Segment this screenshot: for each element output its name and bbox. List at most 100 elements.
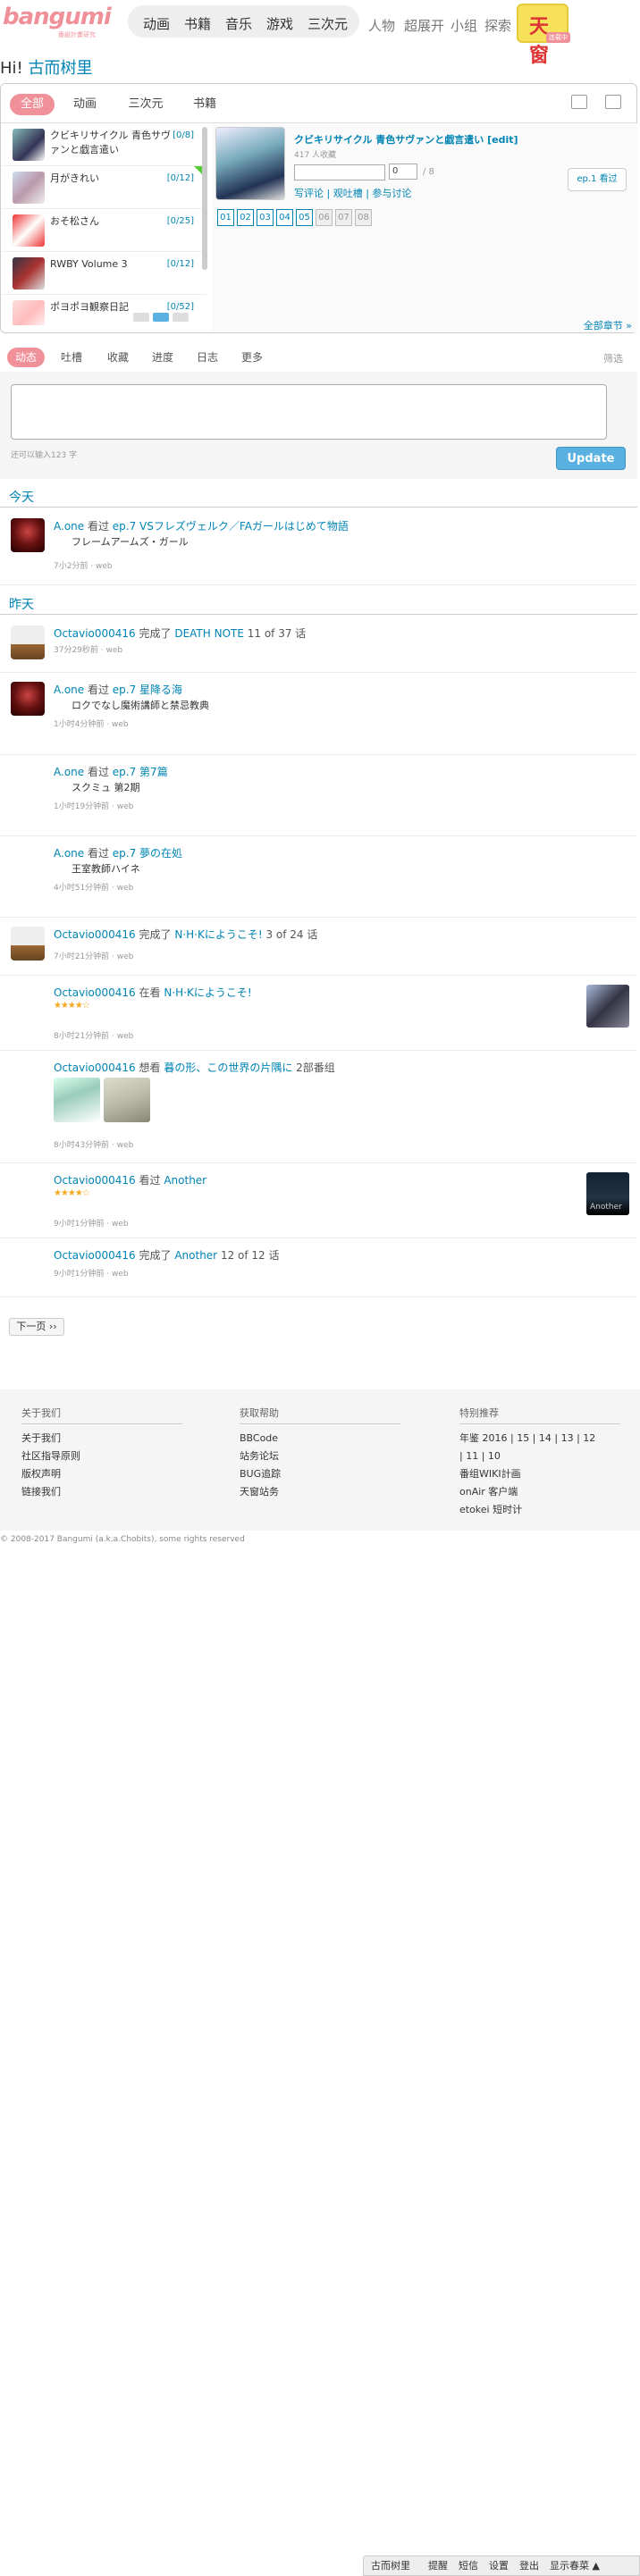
user-link[interactable]: Octavio000416 [54,1249,136,1262]
user-link[interactable]: Octavio000416 [54,627,136,640]
view-dot[interactable] [133,313,149,322]
footer-recommend: 特别推荐 年鉴 2016 | 15 | 14 | 13 | 12 | 11 | … [459,1405,620,1519]
list-scrollbar[interactable] [202,127,207,270]
subject-thumb[interactable]: Another [586,1172,629,1215]
subject-link[interactable]: DEATH NOTE [174,627,244,640]
avatar[interactable] [11,682,45,716]
list-view-icon[interactable] [571,95,587,109]
footer-link[interactable]: 关于我们 [21,1430,182,1447]
all-chapters-link[interactable]: 全部章节 » [584,318,632,332]
ep-watched-button[interactable]: ep.1 看过 [568,168,627,191]
bar-pm[interactable]: 短信 [459,2556,478,2576]
subject-thumb[interactable] [104,1078,150,1122]
footer-link[interactable]: | 11 | 10 [459,1447,620,1465]
bar-logout[interactable]: 登出 [519,2556,539,2576]
user-link[interactable]: Octavio000416 [54,1061,136,1074]
footer-link[interactable]: etokei 短时计 [459,1501,620,1519]
episode-button[interactable]: 02 [237,209,254,226]
list-item[interactable]: RWBY Volume 3 [0/12] [2,252,206,295]
user-link[interactable]: Octavio000416 [54,986,136,999]
edit-link[interactable]: [edit] [487,134,518,146]
episode-button[interactable]: 01 [217,209,234,226]
tab-activity[interactable]: 动态 [7,348,45,367]
tab-progress[interactable]: 进度 [145,348,181,367]
subject-thumb[interactable] [586,985,629,1028]
footer-heading: 特别推荐 [459,1405,620,1424]
episode-button[interactable]: 04 [276,209,293,226]
subject-link[interactable]: 暮の形、この世界の片隅に [164,1061,292,1074]
nav-books[interactable]: 书籍 [184,14,211,33]
footer-link[interactable]: 社区指导原则 [21,1447,182,1465]
grid-view-icon[interactable] [605,95,621,109]
subject-link[interactable]: Another [174,1249,217,1262]
list-item[interactable]: クビキリサイクル 青色サヴァンと戯言遣い [0/8] [2,123,206,166]
nav-people[interactable]: 人物 [368,16,395,35]
list-item[interactable]: おそ松さん [0/25] [2,209,206,252]
bar-settings[interactable]: 设置 [489,2556,509,2576]
bar-user[interactable]: 古而树里 [371,2556,410,2576]
filter-link[interactable]: 筛选 [603,351,623,365]
user-link[interactable]: A.one [54,520,84,533]
avatar[interactable] [11,625,45,659]
user-link[interactable]: A.one [54,684,84,696]
nav-anime[interactable]: 动画 [143,14,170,33]
episode-button[interactable]: 07 [335,209,352,226]
subject-link[interactable]: N·H·Kにようこそ! [174,928,262,941]
nav-real[interactable]: 三次元 [307,14,348,33]
subject-link[interactable]: N·H·Kにようこそ! [164,986,251,999]
nav-music[interactable]: 音乐 [225,14,252,33]
site-logo[interactable]: bangumi 番組計畫研究 [3,4,119,39]
subject-link[interactable]: ep.7 第7篇 [113,766,168,778]
footer-link[interactable]: 天窗站务 [240,1483,400,1501]
user-link[interactable]: Octavio000416 [54,928,136,941]
episode-button[interactable]: 05 [296,209,313,226]
user-link[interactable]: 古而树里 [29,59,93,78]
footer-link[interactable]: BBCode [240,1430,400,1447]
tab-collect[interactable]: 收藏 [100,348,136,367]
footer-link[interactable]: 年鉴 2016 | 15 | 14 | 13 | 12 [459,1430,620,1447]
nav-explore[interactable]: 探索 [484,16,511,35]
subject-links[interactable]: 写评论 | 观吐槽 | 参与讨论 [294,186,411,200]
tab-more[interactable]: 更多 [234,348,270,367]
tab-anime[interactable]: 动画 [65,94,105,115]
view-dot[interactable] [173,313,189,322]
view-dot[interactable] [153,313,169,322]
nav-groups[interactable]: 小组 [451,16,477,35]
subject-link[interactable]: Another [164,1174,206,1187]
next-page-button[interactable]: 下一页 ›› [9,1318,64,1336]
avatar[interactable] [11,518,45,552]
nav-games[interactable]: 游戏 [266,14,293,33]
episode-button[interactable]: 03 [257,209,274,226]
tab-tsukkomi[interactable]: 吐槽 [54,348,89,367]
footer-link[interactable]: 番组WIKI計画 [459,1465,620,1483]
bar-show-haruna[interactable]: 显示春菜 ▲ [550,2556,600,2576]
subject-link[interactable]: ep.7 VSフレズヴェルク／FAガールはじめて物語 [113,520,349,533]
list-item[interactable]: 月がきれい [0/12] [2,166,206,209]
episode-button[interactable]: 06 [316,209,333,226]
tab-books[interactable]: 书籍 [185,94,224,115]
footer-link[interactable]: 版权声明 [21,1465,182,1483]
episode-button[interactable]: 08 [355,209,372,226]
subject-thumb[interactable] [54,1078,100,1122]
tab-all[interactable]: 全部 [10,94,55,115]
tab-blog[interactable]: 日志 [189,348,225,367]
tianchuang-badge[interactable]: 天窗 连载中 [517,4,570,67]
user-link[interactable]: Octavio000416 [54,1174,136,1187]
avatar[interactable] [11,927,45,961]
bar-notify[interactable]: 提醒 [428,2556,448,2576]
user-link[interactable]: A.one [54,847,84,860]
subject-link[interactable]: ep.7 星降る海 [113,684,182,696]
status-textarea[interactable] [11,384,607,440]
footer-link[interactable]: 链接我们 [21,1483,182,1501]
tab-real[interactable]: 三次元 [119,94,173,115]
footer-link[interactable]: onAir 客户端 [459,1483,620,1501]
update-button[interactable]: Update [556,447,626,470]
subject-cover[interactable] [215,127,285,200]
footer-link[interactable]: BUG追踪 [240,1465,400,1483]
subject-title-text[interactable]: クビキリサイクル 青色サヴァンと戯言遣い [294,134,484,146]
progress-input[interactable]: 0 [389,164,417,180]
footer-link[interactable]: 站务论坛 [240,1447,400,1465]
nav-rakuen[interactable]: 超展开 [404,16,444,35]
subject-link[interactable]: ep.7 夢の在処 [113,847,182,860]
user-link[interactable]: A.one [54,766,84,778]
